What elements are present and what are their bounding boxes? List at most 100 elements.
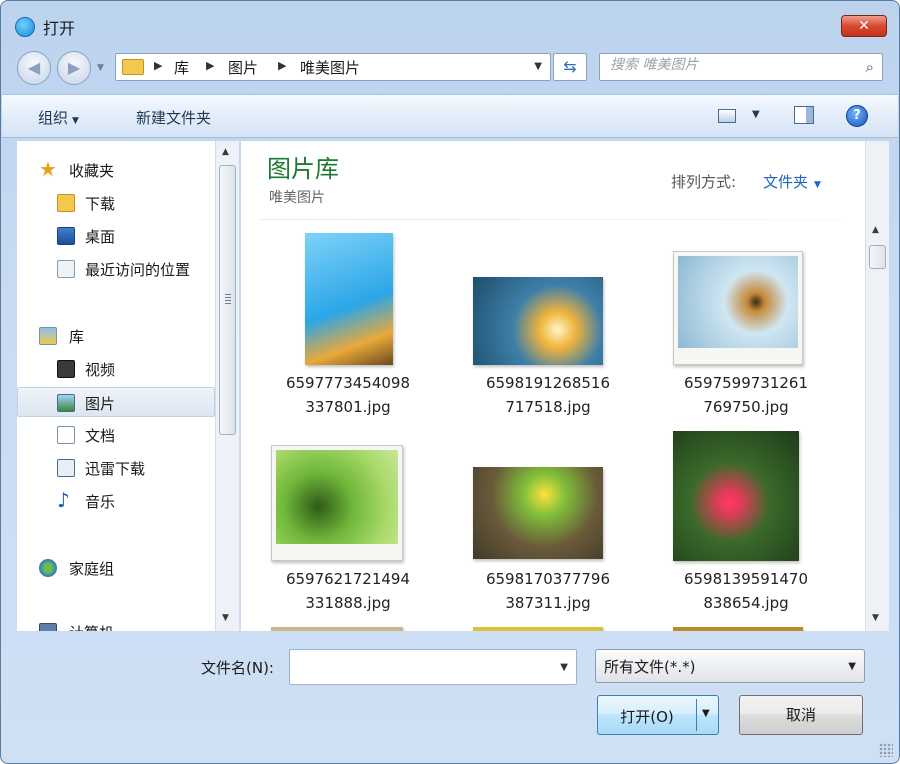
scrollbar-thumb[interactable]: [219, 165, 236, 435]
filename-input[interactable]: [298, 657, 548, 674]
folder-icon: [122, 59, 144, 75]
file-type-select[interactable]: 所有文件(*.*) ▼: [595, 649, 865, 683]
view-dropdown-icon[interactable]: ▼: [752, 109, 760, 120]
file-item[interactable]: 6597621721494 331888.jpg: [253, 431, 443, 627]
arrange-by-label: 排列方式:: [671, 173, 737, 191]
file-type-value: 所有文件(*.*): [604, 658, 696, 676]
thunder-download-icon: [57, 459, 75, 477]
scrollbar-thumb[interactable]: [869, 245, 886, 269]
desktop-icon: [57, 227, 75, 245]
command-bar: 组织 ▼ 新建文件夹 ▼ ?: [2, 94, 898, 138]
split-divider: [696, 699, 697, 731]
nav-label: 视频: [85, 361, 116, 379]
video-icon: [57, 360, 75, 378]
arrange-by-dropdown[interactable]: 文件夹 ▼: [763, 171, 821, 192]
open-options-dropdown-icon[interactable]: ▼: [702, 708, 710, 719]
nav-item-recent[interactable]: 最近访问的位置: [17, 254, 215, 284]
search-icon[interactable]: ⌕: [866, 58, 874, 76]
breadcrumb-arrow-icon[interactable]: ▶: [206, 59, 214, 72]
image-thumbnail: [473, 467, 603, 559]
title-bar: 打开 ✕: [1, 1, 899, 47]
nav-label: 迅雷下载: [85, 460, 146, 478]
forward-button[interactable]: ▶: [57, 51, 91, 85]
file-item[interactable]: 6598170377796 387311.jpg: [453, 431, 643, 627]
cancel-button[interactable]: 取消: [739, 695, 863, 735]
filename-label: 文件名(N):: [201, 659, 274, 677]
nav-item-favorites[interactable]: ★ 收藏夹: [17, 155, 215, 185]
breadcrumb-current-folder[interactable]: 唯美图片: [300, 57, 360, 78]
nav-item-documents[interactable]: 文档: [17, 420, 215, 450]
filename-dropdown-icon[interactable]: ▼: [560, 662, 568, 673]
app-icon: [15, 17, 35, 37]
preview-pane-icon[interactable]: [794, 106, 814, 124]
image-thumbnail: [271, 627, 403, 631]
breadcrumb-arrow-icon[interactable]: ▶: [278, 59, 286, 72]
resize-grip-icon[interactable]: [879, 743, 893, 757]
file-name-line2: 331888.jpg: [305, 594, 391, 612]
history-dropdown-icon[interactable]: ▼: [97, 63, 104, 73]
nav-item-downloads[interactable]: 下载: [17, 188, 215, 218]
chevron-down-icon: ▼: [814, 180, 821, 190]
breadcrumb-arrow-icon[interactable]: ▶: [154, 59, 162, 72]
change-view-icon[interactable]: [718, 109, 736, 123]
file-name-line2: 717518.jpg: [505, 398, 591, 416]
breadcrumb-pictures[interactable]: 图片: [228, 57, 258, 78]
music-note-icon: ♪: [57, 488, 70, 512]
back-button[interactable]: ◀: [17, 51, 51, 85]
file-name-line2: 838654.jpg: [703, 594, 789, 612]
grip-icon: [225, 294, 231, 304]
new-folder-button[interactable]: 新建文件夹: [136, 107, 211, 128]
file-name-line1: 6598139591470: [683, 570, 809, 588]
homegroup-icon: [39, 559, 57, 577]
file-name-line2: 387311.jpg: [505, 594, 591, 612]
refresh-button[interactable]: ⇆: [553, 53, 587, 81]
scroll-up-icon[interactable]: ▲: [872, 225, 879, 235]
nav-label: 桌面: [85, 228, 116, 246]
image-thumbnail: [673, 431, 799, 561]
nav-label: 计算机: [69, 622, 114, 631]
address-dropdown-icon[interactable]: ▼: [534, 61, 542, 72]
star-icon: ★: [39, 157, 57, 181]
nav-label: 图片: [85, 395, 116, 413]
nav-item-pictures[interactable]: 图片: [17, 387, 215, 417]
divider: [261, 219, 841, 220]
close-button[interactable]: ✕: [841, 15, 887, 37]
file-list-pane: 图片库 唯美图片 排列方式: 文件夹 ▼ 6597773454098 337801…: [241, 141, 865, 631]
nav-item-desktop[interactable]: 桌面: [17, 221, 215, 251]
file-item[interactable]: 6597599731261 769750.jpg: [651, 233, 841, 429]
chevron-down-icon: ▼: [72, 116, 79, 126]
search-input[interactable]: [610, 57, 850, 73]
filename-combobox[interactable]: ▼: [289, 649, 577, 685]
nav-item-thunder-downloads[interactable]: 迅雷下载: [17, 453, 215, 483]
arrange-by-value: 文件夹: [763, 173, 809, 191]
file-item[interactable]: 6598139591470 838654.jpg: [651, 431, 841, 627]
open-button[interactable]: 打开(O) ▼: [597, 695, 719, 735]
nav-label: 下载: [85, 195, 116, 213]
image-thumbnail: [271, 445, 403, 561]
help-icon[interactable]: ?: [846, 105, 868, 127]
breadcrumb-libraries[interactable]: 库: [174, 57, 189, 78]
open-button-label: 打开(O): [620, 708, 674, 726]
organize-button[interactable]: 组织 ▼: [38, 107, 79, 128]
image-thumbnail: [305, 233, 393, 365]
nav-item-videos[interactable]: 视频: [17, 354, 215, 384]
scroll-down-icon[interactable]: ▼: [872, 613, 879, 623]
nav-label: 库: [69, 328, 85, 346]
nav-item-music[interactable]: ♪ 音乐: [17, 486, 215, 516]
nav-item-homegroup[interactable]: 家庭组: [17, 553, 215, 583]
library-icon: [39, 327, 57, 345]
window-title: 打开: [43, 19, 76, 38]
nav-item-libraries[interactable]: 库: [17, 321, 215, 351]
file-name-line1: 6598191268516: [485, 374, 611, 392]
search-box[interactable]: ⌕: [599, 53, 883, 81]
nav-pane-scrollbar[interactable]: ▲ ▼: [215, 141, 239, 631]
nav-label: 收藏夹: [69, 162, 115, 180]
file-list-scrollbar[interactable]: ▲ ▼: [865, 141, 889, 631]
file-item[interactable]: 6597773454098 337801.jpg: [253, 233, 443, 429]
scroll-down-icon[interactable]: ▼: [222, 613, 229, 623]
address-bar[interactable]: ▶ 库 ▶ 图片 ▶ 唯美图片 ▼: [115, 53, 551, 81]
file-item[interactable]: 6598191268516 717518.jpg: [453, 233, 643, 429]
computer-icon: [39, 623, 57, 631]
nav-item-computer[interactable]: 计算机: [17, 617, 215, 631]
scroll-up-icon[interactable]: ▲: [222, 147, 229, 157]
